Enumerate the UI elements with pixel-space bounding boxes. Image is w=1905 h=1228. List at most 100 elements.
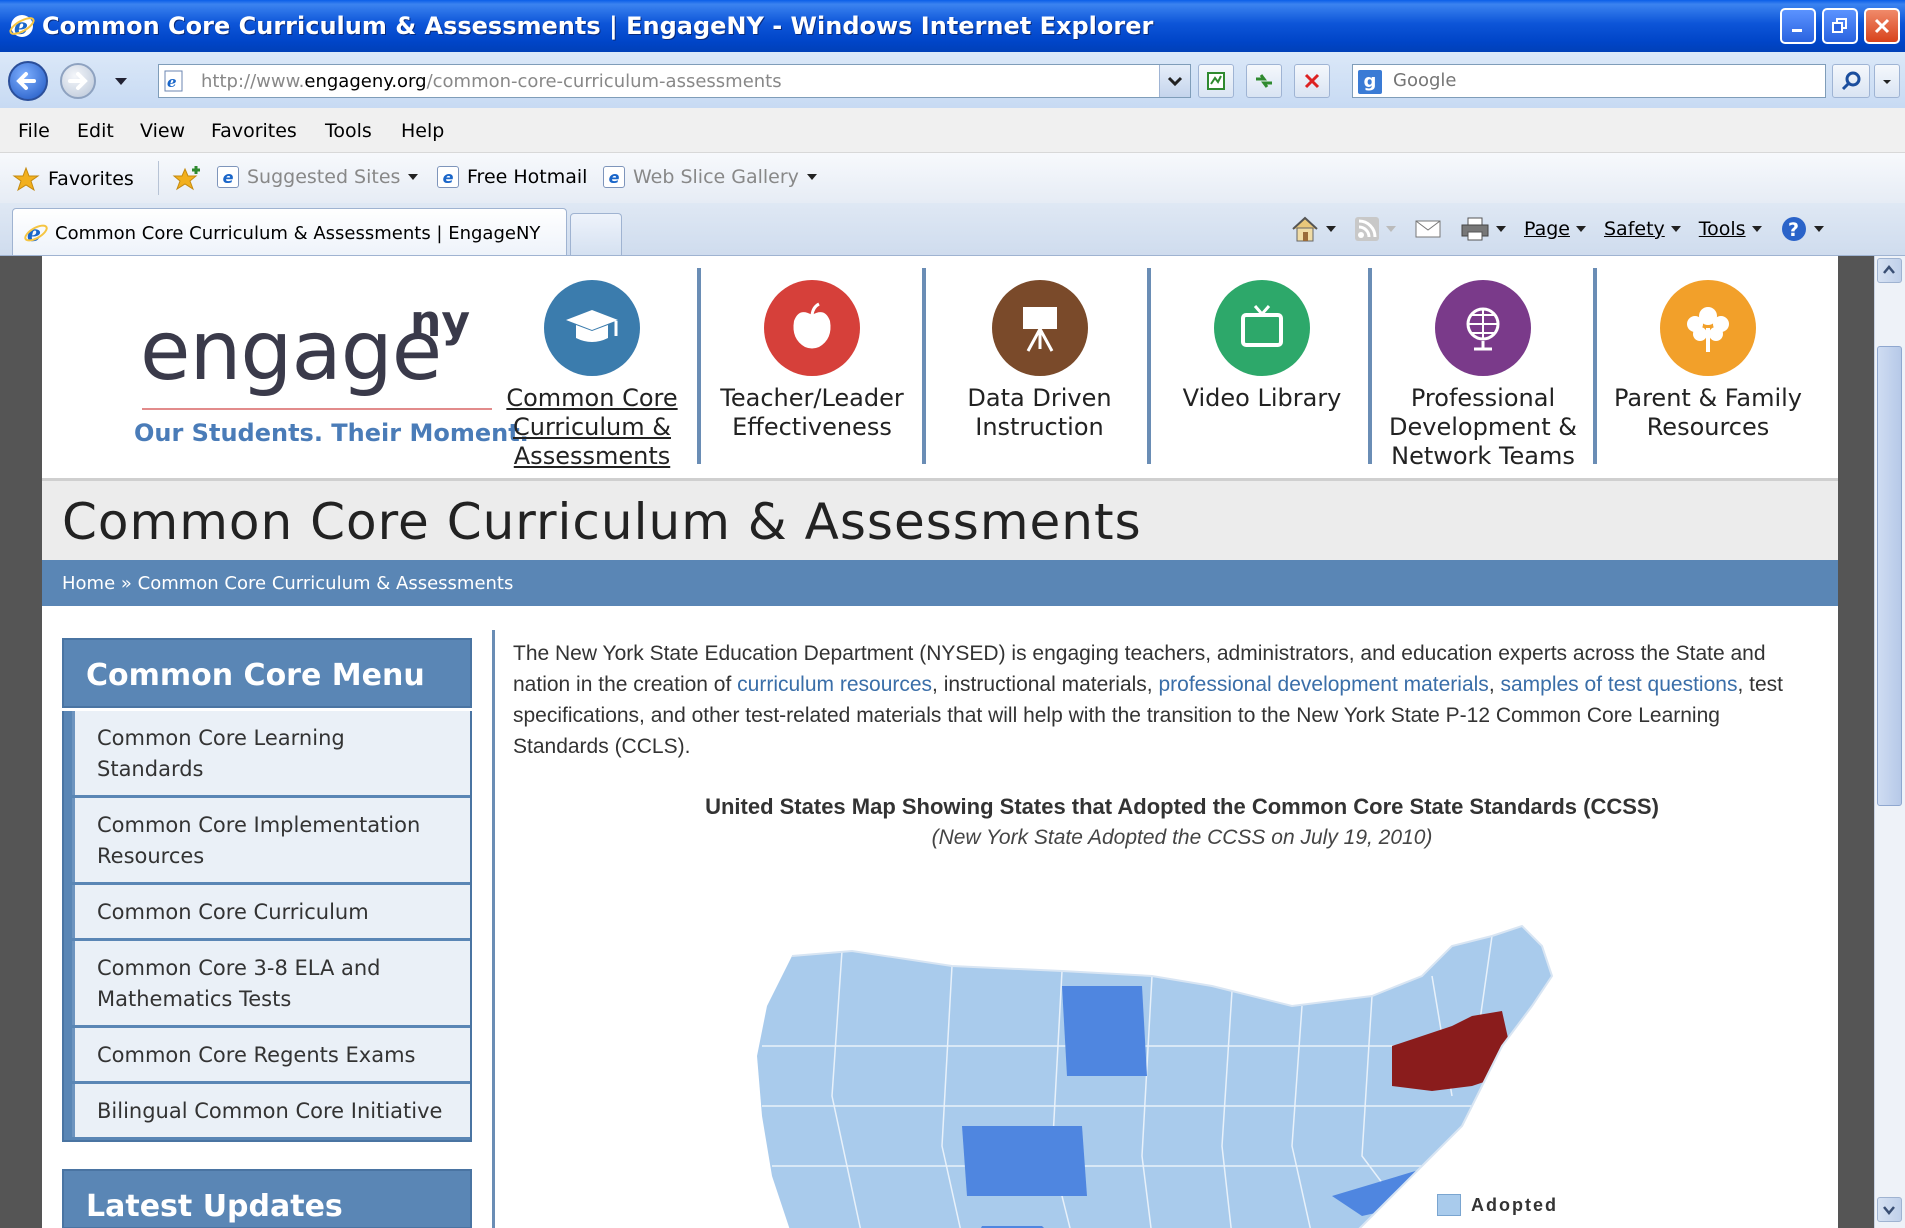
menu-edit[interactable]: Edit	[77, 120, 114, 142]
vertical-scrollbar[interactable]	[1874, 256, 1905, 1228]
svg-text:e: e	[167, 73, 177, 91]
search-options-dropdown[interactable]	[1874, 64, 1900, 98]
safety-menu[interactable]: Safety	[1604, 218, 1681, 240]
restore-icon	[1832, 18, 1847, 33]
address-dropdown[interactable]	[1159, 65, 1190, 97]
chevron-down-icon	[1883, 1206, 1895, 1215]
connecticut-state	[1492, 1071, 1522, 1091]
sidebar-item-learning-standards[interactable]: Common Core Learning Standards	[72, 711, 470, 795]
tree-icon	[1660, 280, 1756, 376]
engageny-logo[interactable]: engage ny Our Students. Their Moment.	[100, 276, 529, 447]
nav-video-library[interactable]: Video Library	[1157, 266, 1367, 466]
breadcrumb-current: Common Core Curriculum & Assessments	[137, 573, 514, 594]
google-icon: g	[1358, 70, 1382, 94]
nav-data-driven[interactable]: Data Driven Instruction	[932, 266, 1147, 466]
favorites-bar: Favorites e Suggested Sites e Free Hotma…	[0, 153, 1905, 204]
web-slice-gallery[interactable]: e Web Slice Gallery	[603, 166, 817, 188]
compatibility-view-button[interactable]	[1198, 64, 1234, 98]
nav-professional-development[interactable]: Professional Development & Network Teams	[1378, 266, 1588, 470]
chevron-down-icon	[1326, 226, 1336, 232]
breadcrumb: Home » Common Core Curriculum & Assessme…	[42, 560, 1838, 606]
page-title: Common Core Curriculum & Assessments	[62, 493, 1142, 551]
nav-separator	[1593, 268, 1597, 464]
page-icon: e	[164, 70, 183, 92]
add-favorite-icon	[172, 166, 200, 191]
menu-view[interactable]: View	[140, 120, 185, 142]
help-menu[interactable]: ?	[1780, 215, 1824, 243]
address-field[interactable]: e http://www.engageny.org/common-core-cu…	[158, 64, 1191, 98]
sidebar-item-bilingual-initiative[interactable]: Bilingual Common Core Initiative	[72, 1084, 470, 1137]
address-toolbar: e http://www.engageny.org/common-core-cu…	[0, 52, 1905, 109]
sidebar-item-ela-math-tests[interactable]: Common Core 3-8 ELA and Mathematics Test…	[72, 941, 470, 1025]
minimize-icon	[1792, 29, 1802, 32]
suggested-sites[interactable]: e Suggested Sites	[217, 166, 419, 188]
url-text: http://www.engageny.org/common-core-curr…	[201, 71, 782, 92]
search-box[interactable]: g	[1352, 64, 1826, 98]
print-button[interactable]	[1460, 216, 1506, 242]
forward-button[interactable]	[60, 63, 96, 99]
favorites-separator	[158, 161, 159, 195]
chevron-down-icon	[1167, 76, 1183, 87]
nav-teacher-leader[interactable]: Teacher/Leader Effectiveness	[707, 266, 917, 466]
menu-favorites[interactable]: Favorites	[211, 120, 297, 142]
feeds-button[interactable]	[1354, 216, 1396, 242]
read-mail-button[interactable]	[1414, 218, 1442, 240]
new-tab-button[interactable]	[570, 213, 622, 255]
home-icon	[1292, 216, 1318, 242]
menu-help[interactable]: Help	[401, 120, 444, 142]
content-separator	[492, 630, 495, 1228]
chevron-down-icon	[1670, 226, 1681, 232]
nav-common-core[interactable]: Common Core Curriculum & Assessments	[492, 266, 692, 470]
nav-separator	[1147, 268, 1151, 464]
common-core-menu: Common Core Menu Common Core Learning St…	[62, 638, 472, 1228]
compatibility-icon	[1207, 72, 1225, 90]
sidebar-item-implementation-resources[interactable]: Common Core Implementation Resources	[72, 798, 470, 882]
scroll-down-button[interactable]	[1877, 1197, 1902, 1222]
tab-engageny[interactable]: e Common Core Curriculum & Assessments |…	[12, 208, 567, 255]
stop-button[interactable]	[1294, 64, 1330, 98]
recent-pages-dropdown[interactable]	[115, 78, 127, 85]
menu-tools[interactable]: Tools	[325, 120, 372, 142]
page-menu[interactable]: Page	[1524, 218, 1586, 240]
home-button[interactable]	[1290, 215, 1336, 243]
refresh-button[interactable]	[1246, 64, 1282, 98]
tools-menu[interactable]: Tools	[1699, 218, 1762, 240]
chevron-down-icon	[806, 174, 817, 180]
easel-icon	[992, 280, 1088, 376]
sidebar-heading: Common Core Menu	[62, 638, 472, 708]
search-button[interactable]	[1832, 64, 1870, 98]
svg-text:?: ?	[1788, 219, 1799, 241]
intro-paragraph: The New York State Education Department …	[513, 642, 1783, 758]
ie-logo-icon: e	[24, 221, 48, 246]
back-button[interactable]	[8, 61, 48, 101]
add-to-favorites-button[interactable]	[172, 166, 202, 192]
minimize-button[interactable]	[1780, 8, 1816, 44]
ie-page-icon: e	[603, 166, 625, 188]
chevron-up-icon	[1883, 265, 1895, 274]
professional-development-link[interactable]: professional development materials	[1158, 673, 1488, 696]
nav-separator	[697, 268, 701, 464]
help-icon: ?	[1781, 217, 1806, 241]
map-legend: Adopted	[1437, 1194, 1558, 1216]
free-hotmail[interactable]: e Free Hotmail	[437, 166, 587, 188]
web-page: engage ny Our Students. Their Moment. Co…	[42, 256, 1838, 1228]
chevron-down-icon	[1883, 80, 1891, 84]
favorites-button[interactable]: Favorites	[12, 166, 134, 192]
sample-test-questions-link[interactable]: samples of test questions	[1500, 673, 1737, 696]
scroll-up-button[interactable]	[1877, 258, 1902, 283]
site-tagline: Our Students. Their Moment.	[134, 419, 529, 447]
curriculum-resources-link[interactable]: curriculum resources	[737, 673, 932, 696]
menu-file[interactable]: File	[18, 120, 50, 142]
breadcrumb-home[interactable]: Home	[62, 573, 115, 594]
search-input[interactable]	[1391, 69, 1795, 92]
scroll-thumb[interactable]	[1877, 346, 1902, 806]
restore-button[interactable]	[1822, 8, 1858, 44]
close-icon	[1874, 18, 1890, 34]
sidebar-item-regents-exams[interactable]: Common Core Regents Exams	[72, 1028, 470, 1081]
nav-parent-family[interactable]: Parent & Family Resources	[1603, 266, 1813, 466]
sidebar-item-curriculum[interactable]: Common Core Curriculum	[72, 885, 470, 938]
us-ccss-map[interactable]	[732, 896, 1632, 1228]
chevron-down-icon	[408, 174, 419, 180]
close-window-button[interactable]	[1864, 8, 1900, 44]
latest-updates-heading: Latest Updates	[62, 1169, 472, 1228]
